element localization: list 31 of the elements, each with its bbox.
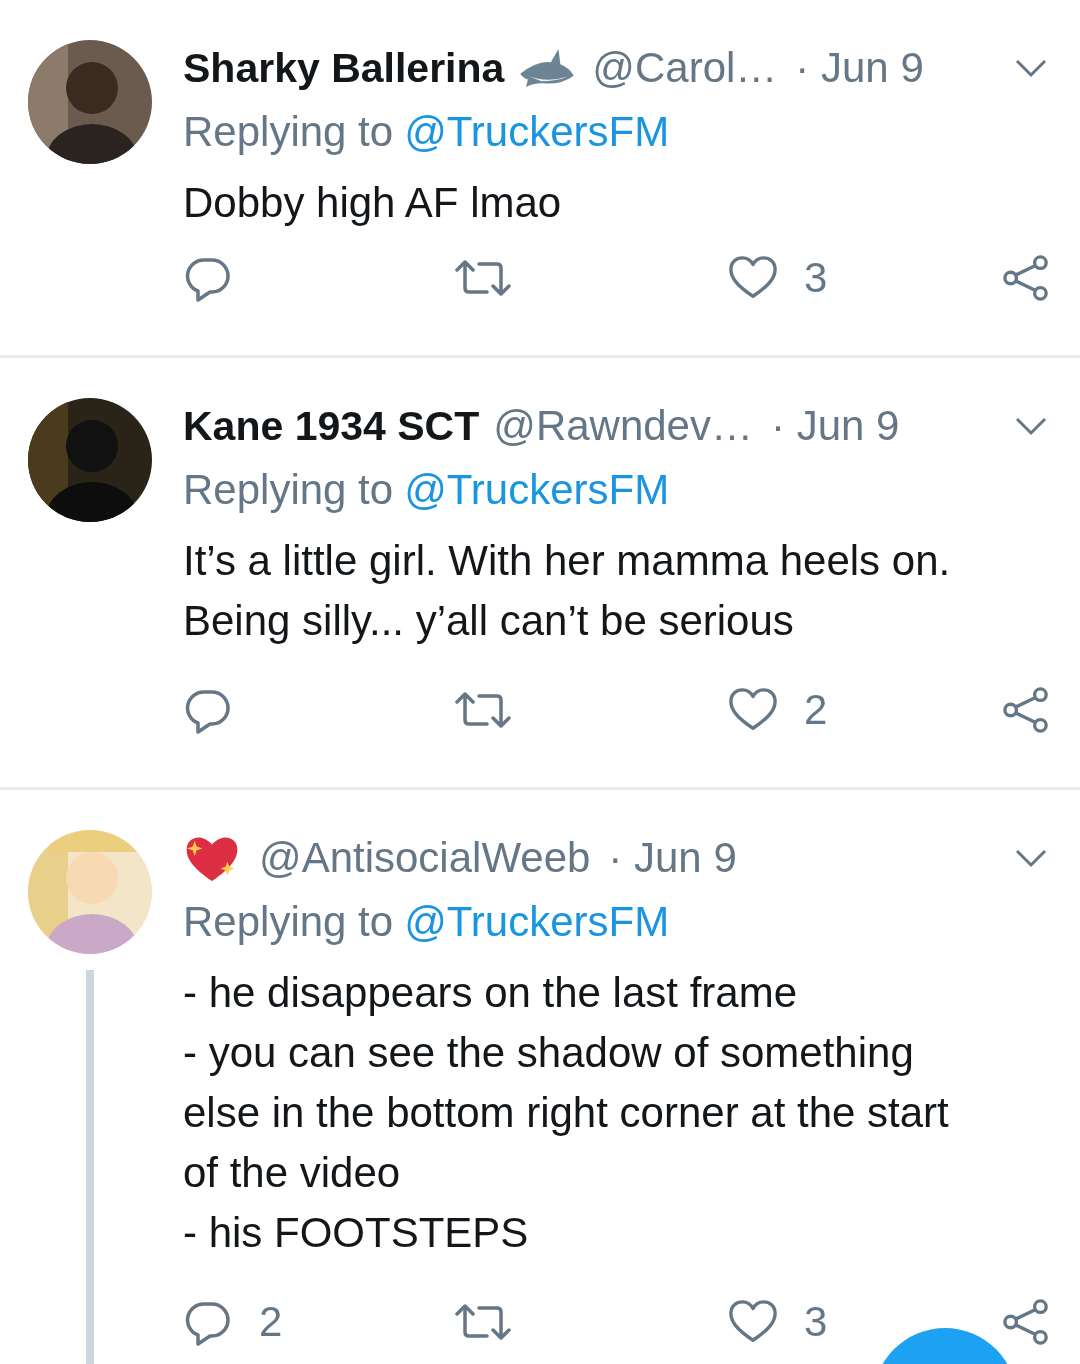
like-count: 3 <box>804 1298 828 1346</box>
replying-label: Replying to <box>183 466 394 513</box>
like-count: 3 <box>804 254 828 302</box>
replying-label: Replying to <box>183 108 394 155</box>
mention-link[interactable]: @TruckersFM <box>404 466 670 513</box>
tweet-text: Dobby high AF lmao <box>183 178 563 228</box>
share-icon[interactable] <box>1001 254 1051 302</box>
share-icon[interactable] <box>1001 1298 1051 1346</box>
tweet-text: - he disappears on the last frame - you can see the shadow of something else in the bottom right corner at the start of the video - his FOOTSTEPS <box>183 968 950 1258</box>
share-icon[interactable] <box>1001 686 1051 734</box>
chevron-down-icon[interactable] <box>1015 58 1047 78</box>
user-handle[interactable]: @Carol… <box>592 44 778 92</box>
tweet-date: · Jun 9 <box>771 402 900 450</box>
tweet-date: · Jun 9 <box>795 44 924 92</box>
replying-label: Replying to <box>183 898 394 945</box>
user-handle[interactable]: @AntisocialWeeb <box>259 834 591 882</box>
retweet-icon[interactable] <box>453 258 513 298</box>
tweet-text: It’s a little girl. With her mamma heels on. Being silly... y’all can’t be serious <box>183 536 952 646</box>
chevron-down-icon[interactable] <box>1015 848 1047 868</box>
mention-link[interactable]: @TruckersFM <box>404 898 670 945</box>
user-name[interactable]: Sharky Ballerina <box>183 44 505 92</box>
shark-icon <box>518 47 577 89</box>
retweet-icon[interactable] <box>453 1302 513 1342</box>
reply-count: 2 <box>259 1298 283 1346</box>
chevron-down-icon[interactable] <box>1015 416 1047 436</box>
tweet-date: · Jun 9 <box>608 834 737 882</box>
user-handle[interactable]: @Rawndev… <box>493 402 753 450</box>
user-name[interactable]: Kane 1934 SCT <box>183 402 480 450</box>
mention-link[interactable]: @TruckersFM <box>404 108 670 155</box>
like-count: 2 <box>804 686 828 734</box>
retweet-icon[interactable] <box>453 690 513 730</box>
